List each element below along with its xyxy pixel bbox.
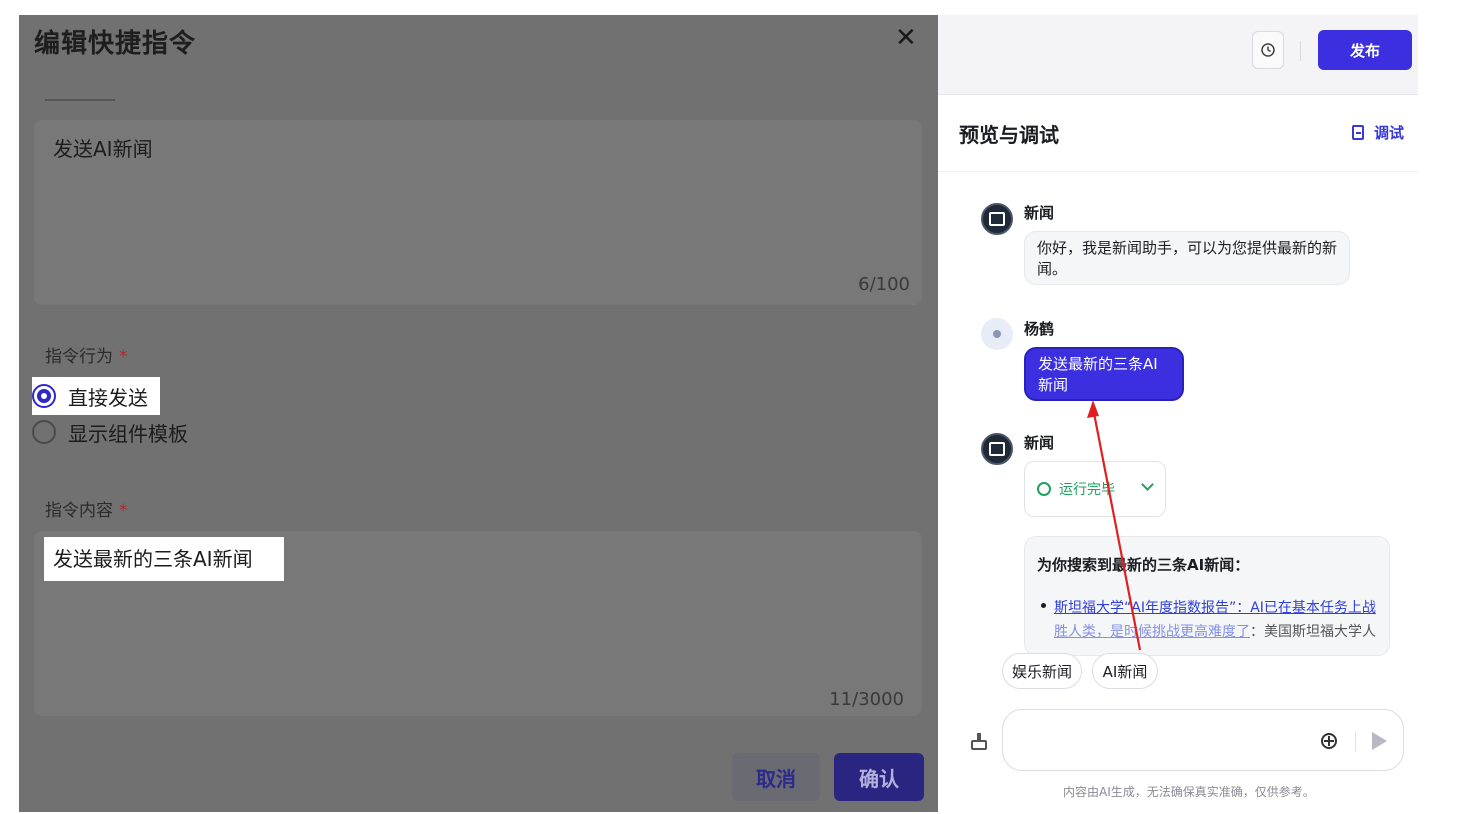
shortcut-chip-ai-news[interactable]: AI新闻 bbox=[1092, 653, 1158, 689]
news-link[interactable]: 斯坦福大学“AI年度指数报告”：AI已在基本任务上战 bbox=[1054, 597, 1376, 617]
news-link-continued[interactable]: 胜人类，是时候挑战更高难度了：美国斯坦福大学人 bbox=[1054, 621, 1376, 641]
run-status-label: 运行完毕 bbox=[1059, 482, 1115, 498]
sender-name: 新闻 bbox=[1024, 204, 1055, 222]
user-avatar bbox=[981, 318, 1013, 350]
sender-name: 新闻 bbox=[1024, 434, 1055, 452]
behavior-label: 指令行为 * bbox=[45, 347, 128, 367]
clear-history-icon[interactable] bbox=[970, 733, 988, 751]
publish-button[interactable]: 发布 bbox=[1318, 30, 1412, 70]
debug-label: 调试 bbox=[1374, 124, 1405, 142]
shortcut-name-textarea[interactable]: 发送AI新闻 6/100 bbox=[34, 120, 922, 305]
ai-disclaimer: 内容由AI生成，无法确保真实准确，仅供参考。 bbox=[1063, 785, 1315, 799]
input-divider bbox=[1355, 731, 1356, 751]
document-icon bbox=[1352, 125, 1364, 140]
toolbar-divider bbox=[1300, 41, 1301, 61]
shortcut-name-value: 发送AI新闻 bbox=[53, 137, 153, 161]
cancel-button[interactable]: 取消 bbox=[732, 753, 820, 801]
name-char-count: 6/100 bbox=[858, 274, 910, 295]
truncated-label bbox=[45, 97, 121, 103]
radio-checked-icon[interactable] bbox=[32, 384, 56, 408]
content-highlight[interactable]: 发送最新的三条AI新闻 bbox=[44, 537, 284, 581]
history-button[interactable] bbox=[1252, 31, 1284, 69]
bot-avatar bbox=[981, 203, 1013, 235]
bot-avatar bbox=[981, 433, 1013, 465]
top-toolbar: 发布 bbox=[938, 15, 1418, 95]
radio-label-show-template: 显示组件模板 bbox=[68, 421, 188, 446]
check-circle-icon bbox=[1037, 482, 1051, 496]
chat-input[interactable] bbox=[1002, 709, 1404, 771]
result-heading: 为你搜索到最新的三条AI新闻： bbox=[1037, 556, 1250, 574]
send-icon[interactable] bbox=[1372, 732, 1387, 750]
radio-direct-send[interactable]: 直接发送 bbox=[32, 377, 160, 415]
result-message: 为你搜索到最新的三条AI新闻： 斯坦福大学“AI年度指数报告”：AI已在基本任务… bbox=[1024, 536, 1390, 656]
header-divider bbox=[938, 171, 1418, 172]
user-message: 发送最新的三条AI新闻 bbox=[1024, 347, 1184, 401]
shortcut-content-value: 发送最新的三条AI新闻 bbox=[53, 547, 253, 571]
shortcut-chip-entertainment[interactable]: 娱乐新闻 bbox=[1002, 653, 1082, 689]
close-icon[interactable]: ✕ bbox=[895, 25, 917, 51]
clock-history-icon bbox=[1261, 43, 1275, 57]
preview-title: 预览与调试 bbox=[959, 123, 1059, 147]
chevron-down-icon[interactable] bbox=[1141, 478, 1154, 491]
modal-title: 编辑快捷指令 bbox=[34, 29, 197, 59]
radio-show-template[interactable]: 显示组件模板 bbox=[32, 413, 200, 451]
sender-name: 杨鹤 bbox=[1024, 320, 1055, 338]
debug-button[interactable]: 调试 bbox=[1352, 122, 1404, 143]
radio-label-direct-send: 直接发送 bbox=[68, 385, 148, 410]
radio-unchecked-icon[interactable] bbox=[32, 420, 56, 444]
confirm-button[interactable]: 确认 bbox=[834, 753, 924, 801]
preview-panel: 发布 预览与调试 调试 新闻 你好，我是新闻助手，可以为您提供最新的新闻。 杨鹤… bbox=[938, 15, 1418, 814]
edit-shortcut-modal: 编辑快捷指令 ✕ 发送AI新闻 6/100 指令行为 * 直接发送 显示组件模板 … bbox=[19, 15, 938, 812]
run-status-dropdown[interactable]: 运行完毕 bbox=[1024, 461, 1166, 517]
bullet-dot bbox=[1041, 603, 1046, 608]
bot-message: 你好，我是新闻助手，可以为您提供最新的新闻。 bbox=[1024, 231, 1350, 285]
content-label: 指令内容 * bbox=[45, 501, 128, 521]
content-char-count: 11/3000 bbox=[829, 689, 904, 710]
plus-circle-icon[interactable] bbox=[1321, 733, 1337, 749]
